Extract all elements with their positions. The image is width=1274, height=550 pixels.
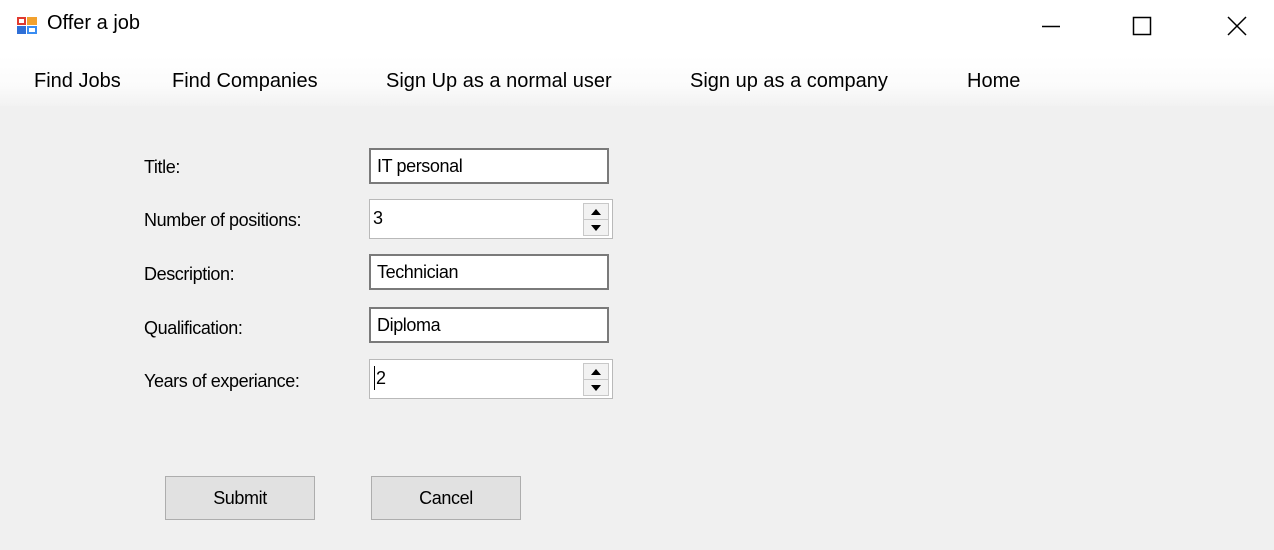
experience-input[interactable] bbox=[376, 363, 576, 393]
arrow-down-icon bbox=[591, 224, 601, 231]
arrow-down-icon bbox=[591, 384, 601, 391]
arrow-up-icon bbox=[591, 208, 601, 215]
close-icon bbox=[1227, 16, 1247, 36]
experience-spin-buttons bbox=[583, 363, 609, 396]
title-label: Title: bbox=[144, 157, 180, 177]
cancel-button[interactable]: Cancel bbox=[371, 476, 521, 520]
positions-spinner[interactable] bbox=[369, 199, 613, 239]
qualification-label: Qualification: bbox=[144, 318, 243, 338]
submit-button[interactable]: Submit bbox=[165, 476, 315, 520]
description-input[interactable] bbox=[369, 254, 609, 290]
maximize-icon bbox=[1132, 16, 1152, 36]
experience-increment-button[interactable] bbox=[583, 363, 609, 380]
menu-bar: Find Jobs Find Companies Sign Up as a no… bbox=[0, 56, 1274, 106]
app-form-icon bbox=[17, 17, 37, 34]
positions-label: Number of positions: bbox=[144, 210, 302, 230]
arrow-up-icon bbox=[591, 368, 601, 375]
close-button[interactable] bbox=[1207, 0, 1267, 52]
maximize-button[interactable] bbox=[1112, 0, 1172, 52]
menu-item-sign-up-normal-user[interactable]: Sign Up as a normal user bbox=[386, 70, 612, 93]
text-caret bbox=[374, 366, 375, 390]
positions-decrement-button[interactable] bbox=[583, 219, 609, 236]
menu-item-find-jobs[interactable]: Find Jobs bbox=[34, 70, 121, 93]
positions-spin-buttons bbox=[583, 203, 609, 236]
positions-input[interactable] bbox=[373, 203, 573, 233]
qualification-input[interactable] bbox=[369, 307, 609, 343]
window-title: Offer a job bbox=[47, 12, 141, 34]
positions-increment-button[interactable] bbox=[583, 203, 609, 220]
menu-item-home[interactable]: Home bbox=[967, 70, 1020, 93]
experience-spinner[interactable] bbox=[369, 359, 613, 399]
experience-decrement-button[interactable] bbox=[583, 379, 609, 396]
experience-label: Years of experiance: bbox=[144, 371, 300, 391]
title-bar: Offer a job bbox=[0, 0, 1274, 56]
description-label: Description: bbox=[144, 264, 235, 284]
title-input[interactable] bbox=[369, 148, 609, 184]
offer-job-window: Offer a job Find Jobs Find Companies Sig… bbox=[0, 0, 1274, 550]
menu-item-sign-up-company[interactable]: Sign up as a company bbox=[690, 70, 888, 93]
minimize-button[interactable] bbox=[1021, 0, 1081, 52]
menu-item-find-companies[interactable]: Find Companies bbox=[172, 70, 318, 93]
minimize-icon bbox=[1042, 25, 1060, 28]
